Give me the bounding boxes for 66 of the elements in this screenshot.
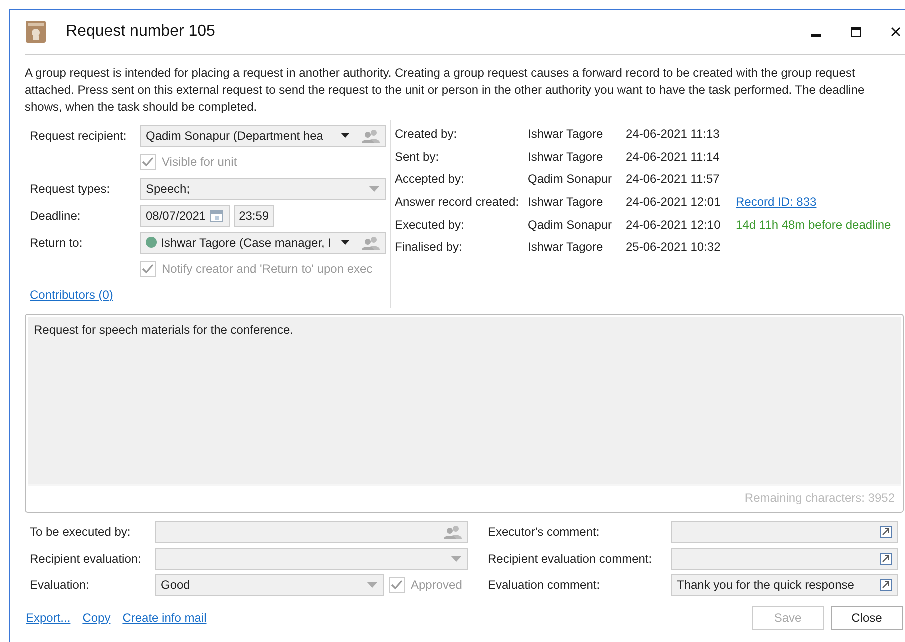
history-label: Executed by: (395, 218, 466, 232)
picker-field[interactable]: Ishwar Tagore (Case manager, I (140, 232, 386, 254)
history-time: 24-06-2021 11:57 (626, 172, 721, 186)
people-icon[interactable] (362, 236, 380, 250)
field-label: Request recipient: (30, 128, 128, 142)
field-label: To be executed by: (30, 525, 132, 540)
field-label: Return to: (30, 236, 84, 250)
footer-link[interactable]: Copy (82, 610, 111, 624)
window-title: Request number 105 (66, 23, 216, 41)
dropdown-field[interactable]: Speech; (140, 178, 386, 200)
field-label: Executor's comment: (488, 525, 601, 540)
comment-box[interactable]: Request for speech materials for the conference. Remaining characters: 3952 (25, 314, 904, 513)
contributors-link[interactable]: Contributors (0) (30, 288, 114, 302)
expand-icon[interactable] (880, 552, 892, 565)
remaining-characters: Remaining characters: 3952 (744, 491, 895, 505)
field-label: Recipient evaluation comment: (488, 552, 654, 566)
maximize-icon[interactable] (851, 27, 861, 37)
history-time: 25-06-2021 10:32 (626, 240, 722, 254)
time-field[interactable]: 23:59 (234, 204, 274, 226)
checkmark-icon (391, 580, 403, 590)
history-label: Finalised by: (395, 240, 464, 254)
history-label: Created by: (395, 127, 458, 142)
people-icon[interactable] (444, 525, 462, 540)
field-label: Evaluation: (30, 578, 90, 592)
footer-link[interactable]: Export... (26, 610, 71, 624)
checkmark-icon (142, 264, 154, 274)
field-label: Recipient evaluation: (30, 552, 142, 566)
history-person: Ishwar Tagore (528, 240, 604, 254)
close-icon[interactable] (891, 27, 901, 37)
deadline-status: 14d 11h 48m before deadline (736, 218, 892, 232)
picker-field[interactable] (155, 521, 468, 544)
caret-icon[interactable] (341, 240, 350, 245)
history-person: Qadim Sonapur (528, 218, 614, 232)
people-icon[interactable] (362, 128, 380, 142)
history-person: Qadim Sonapur (528, 172, 614, 186)
calendar-icon[interactable] (210, 208, 224, 222)
dropdown-field[interactable] (155, 548, 468, 570)
checkmark-icon (142, 157, 154, 167)
field-label: Request types: (30, 182, 112, 196)
dialog-button[interactable]: Close (831, 606, 903, 630)
field-label: Evaluation comment: (488, 578, 602, 592)
history-time: 24-06-2021 11:14 (626, 150, 721, 164)
history-label: Answer record created: (395, 195, 520, 210)
history-label: Sent by: (395, 150, 440, 164)
expand-icon[interactable] (880, 579, 892, 592)
picker-field[interactable]: Qadim Sonapur (Department hea (140, 124, 386, 146)
history-time: 24-06-2021 11:13 (626, 127, 721, 142)
record-link[interactable]: Record ID: 833 (736, 195, 817, 210)
footer-link[interactable]: Create info mail (122, 610, 207, 624)
caret-icon[interactable] (341, 133, 350, 138)
description-text: A group request is intended for placing a request in another authority. Creating a group request causes a forward record to be created with the group request attached. Press sent on this external request to send the request to the unit or person in the other authority you want to have the task performed. The deadline shows, when the task should be completed. (25, 65, 866, 116)
history-time: 24-06-2021 12:01 (626, 195, 722, 210)
comment-field[interactable] (671, 521, 898, 544)
field-label: Deadline: (30, 208, 82, 222)
book-icon (26, 21, 46, 43)
comment-field[interactable]: Thank you for the quick response (671, 574, 898, 596)
date-field[interactable]: 08/07/2021 (140, 204, 230, 226)
history-label: Accepted by: (395, 172, 466, 186)
dropdown-field[interactable]: Good (155, 574, 384, 596)
expand-icon[interactable] (880, 526, 892, 538)
comment-text: Request for speech materials for the conference. (34, 323, 294, 337)
history-person: Ishwar Tagore (528, 127, 604, 142)
history-time: 24-06-2021 12:10 (626, 218, 722, 232)
comment-field[interactable] (671, 548, 898, 570)
history-person: Ishwar Tagore (528, 150, 604, 164)
history-person: Ishwar Tagore (528, 195, 604, 210)
